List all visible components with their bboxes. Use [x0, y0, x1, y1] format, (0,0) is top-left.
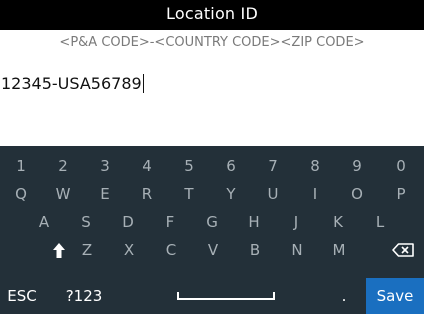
- on-screen-keyboard: 1 2 3 4 5 6 7 8 9 0 Q W E R T Y U I O P …: [0, 146, 424, 314]
- key-k[interactable]: K: [317, 208, 359, 236]
- qwerty-row: Q W E R T Y U I O P: [0, 180, 424, 208]
- key-t[interactable]: T: [168, 180, 210, 208]
- key-o[interactable]: O: [336, 180, 378, 208]
- space-bar-icon: [177, 292, 275, 300]
- key-l[interactable]: L: [359, 208, 401, 236]
- key-s[interactable]: S: [65, 208, 107, 236]
- key-x[interactable]: X: [108, 236, 150, 264]
- period-key[interactable]: .: [332, 278, 356, 314]
- bottom-row: ESC ?123 . Save: [0, 278, 424, 314]
- asdf-row: A S D F G H J K L: [0, 208, 424, 236]
- key-h[interactable]: H: [233, 208, 275, 236]
- key-1[interactable]: 1: [0, 152, 42, 180]
- key-v[interactable]: V: [192, 236, 234, 264]
- zxcv-row: Z X C V B N M: [0, 236, 424, 264]
- key-n[interactable]: N: [276, 236, 318, 264]
- number-row: 1 2 3 4 5 6 7 8 9 0: [0, 152, 424, 180]
- key-u[interactable]: U: [252, 180, 294, 208]
- esc-key[interactable]: ESC: [0, 278, 44, 314]
- key-y[interactable]: Y: [210, 180, 252, 208]
- key-z[interactable]: Z: [66, 236, 108, 264]
- key-3[interactable]: 3: [84, 152, 126, 180]
- key-e[interactable]: E: [84, 180, 126, 208]
- shift-arrow-icon: [53, 242, 65, 258]
- backspace-icon: [392, 243, 414, 257]
- key-d[interactable]: D: [107, 208, 149, 236]
- key-p[interactable]: P: [378, 180, 424, 208]
- key-9[interactable]: 9: [336, 152, 378, 180]
- save-button[interactable]: Save: [366, 278, 424, 314]
- space-key[interactable]: [170, 278, 282, 314]
- key-w[interactable]: W: [42, 180, 84, 208]
- key-2[interactable]: 2: [42, 152, 84, 180]
- key-5[interactable]: 5: [168, 152, 210, 180]
- key-q[interactable]: Q: [0, 180, 42, 208]
- key-c[interactable]: C: [150, 236, 192, 264]
- key-j[interactable]: J: [275, 208, 317, 236]
- key-m[interactable]: M: [318, 236, 360, 264]
- text-caret: [142, 74, 144, 93]
- input-value: 12345-USA56789: [1, 74, 142, 93]
- key-b[interactable]: B: [234, 236, 276, 264]
- title-bar: Location ID: [0, 0, 424, 30]
- key-i[interactable]: I: [294, 180, 336, 208]
- format-hint: <P&A CODE>-<COUNTRY CODE><ZIP CODE>: [59, 35, 365, 50]
- key-g[interactable]: G: [191, 208, 233, 236]
- key-8[interactable]: 8: [294, 152, 336, 180]
- key-r[interactable]: R: [126, 180, 168, 208]
- backspace-key[interactable]: [382, 236, 424, 264]
- screen-title: Location ID: [166, 4, 258, 23]
- key-f[interactable]: F: [149, 208, 191, 236]
- symbols-key[interactable]: ?123: [56, 278, 112, 314]
- key-4[interactable]: 4: [126, 152, 168, 180]
- key-7[interactable]: 7: [252, 152, 294, 180]
- key-6[interactable]: 6: [210, 152, 252, 180]
- key-0[interactable]: 0: [378, 152, 424, 180]
- key-a[interactable]: A: [23, 208, 65, 236]
- location-id-input[interactable]: 12345-USA56789: [0, 58, 424, 146]
